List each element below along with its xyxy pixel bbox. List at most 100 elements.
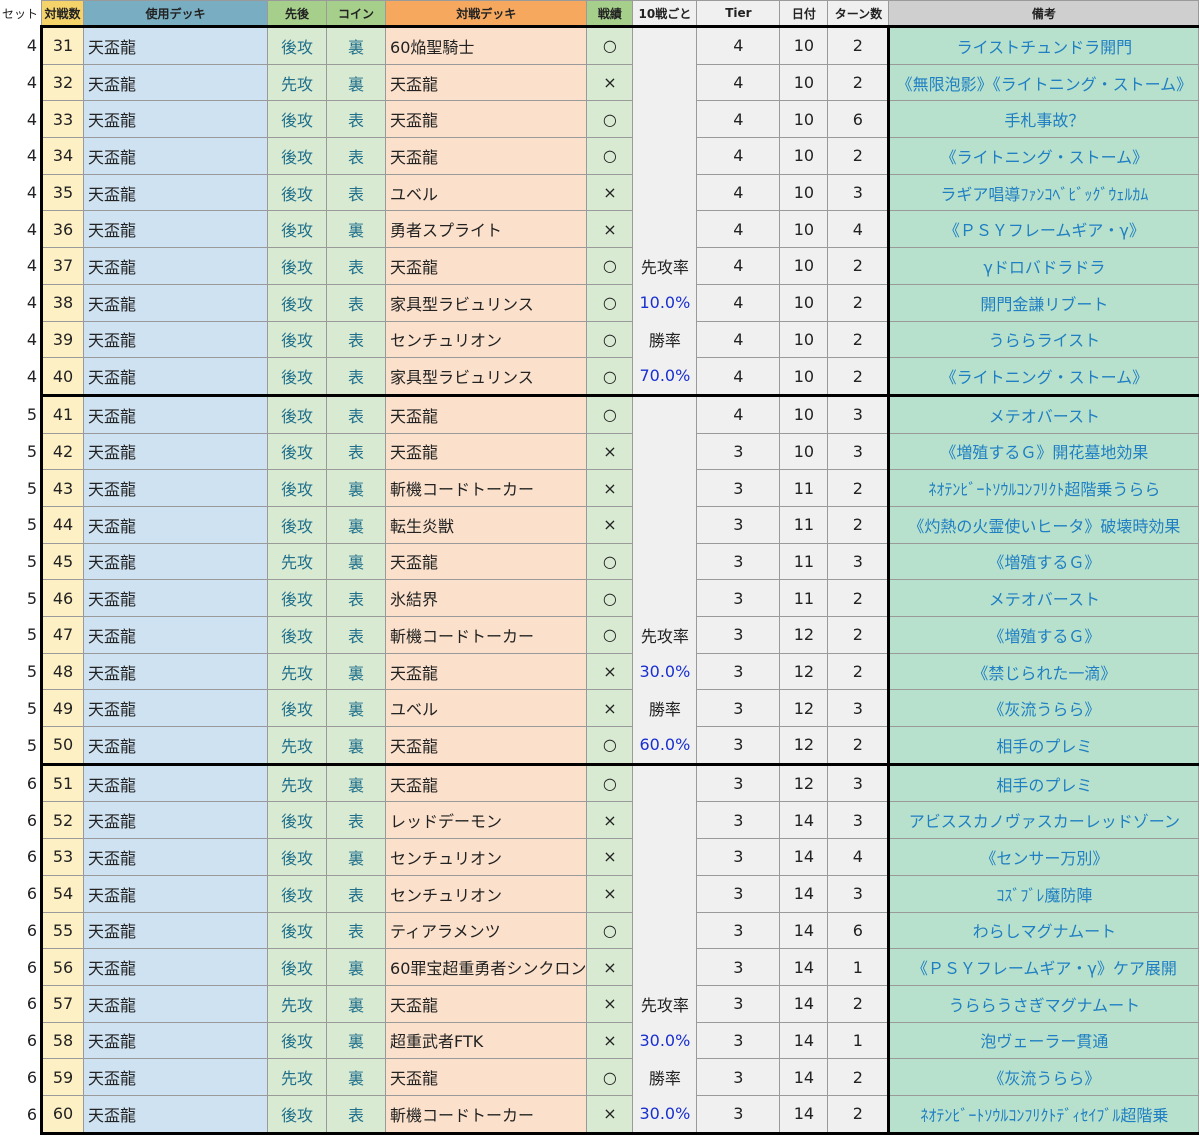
turn-order-cell[interactable]: 先攻 [267, 63, 328, 102]
notes-cell[interactable]: ｺｽﾞﾌﾞﾚ魔防陣 [888, 874, 1200, 913]
notes-cell[interactable]: メテオバースト [888, 393, 1200, 434]
opponent-deck-cell[interactable]: 天盃龍 [385, 247, 588, 285]
tier-cell[interactable]: 3 [696, 726, 781, 765]
opponent-deck-cell[interactable]: ユベル [385, 173, 588, 212]
opponent-deck-cell[interactable]: 天盃龍 [385, 726, 588, 765]
tier-cell[interactable]: 3 [696, 689, 781, 728]
set-number-cell[interactable]: 4 [0, 247, 42, 285]
turn-order-cell[interactable]: 後攻 [267, 393, 328, 434]
result-cell[interactable]: ○ [586, 283, 634, 322]
opponent-deck-cell[interactable]: センチュリオン [385, 320, 588, 359]
date-cell[interactable]: 10 [779, 210, 829, 249]
result-cell[interactable]: × [586, 505, 634, 544]
used-deck-cell[interactable]: 天盃龍 [83, 984, 269, 1023]
per-ten-summary-cell[interactable]: 30.0% [632, 1095, 698, 1135]
used-deck-cell[interactable]: 天盃龍 [83, 762, 269, 803]
coin-cell[interactable]: 表 [326, 1094, 387, 1135]
header-used-deck[interactable]: 使用デッキ [83, 0, 269, 27]
used-deck-cell[interactable]: 天盃龍 [83, 579, 269, 617]
set-number-cell[interactable]: 5 [0, 689, 42, 727]
turn-count-cell[interactable]: 1 [827, 948, 891, 986]
notes-cell[interactable]: アビススカノヴァスカーレッドゾーン [888, 801, 1200, 840]
turn-order-cell[interactable]: 先攻 [267, 652, 328, 691]
date-cell[interactable]: 10 [779, 432, 829, 471]
per-ten-summary-cell[interactable] [632, 762, 698, 802]
opponent-deck-cell[interactable]: 60焔聖騎士 [385, 25, 588, 65]
opponent-deck-cell[interactable]: 斬機コードトーカー [385, 1094, 588, 1135]
tier-cell[interactable]: 3 [696, 801, 781, 840]
match-number-cell[interactable]: 37 [40, 247, 85, 285]
match-number-cell[interactable]: 32 [40, 63, 85, 102]
notes-cell[interactable]: 《ＰＳＹフレームギア・γ》 [888, 210, 1200, 249]
per-ten-summary-cell[interactable] [632, 579, 698, 617]
per-ten-summary-cell[interactable] [632, 838, 698, 876]
turn-count-cell[interactable]: 2 [827, 357, 891, 396]
tier-cell[interactable]: 3 [696, 579, 781, 617]
used-deck-cell[interactable]: 天盃龍 [83, 210, 269, 249]
turn-count-cell[interactable]: 2 [827, 1094, 891, 1135]
turn-order-cell[interactable]: 先攻 [267, 984, 328, 1023]
header-result[interactable]: 戦績 [586, 0, 634, 27]
match-number-cell[interactable]: 54 [40, 874, 85, 913]
date-cell[interactable]: 10 [779, 357, 829, 396]
set-number-cell[interactable]: 6 [0, 1095, 42, 1134]
turn-order-cell[interactable]: 後攻 [267, 874, 328, 913]
coin-cell[interactable]: 表 [326, 137, 387, 175]
coin-cell[interactable]: 表 [326, 357, 387, 396]
turn-order-cell[interactable]: 後攻 [267, 911, 328, 950]
notes-cell[interactable]: 《灼熱の火霊使いヒータ》破壊時効果 [888, 505, 1200, 544]
used-deck-cell[interactable]: 天盃龍 [83, 616, 269, 654]
match-number-cell[interactable]: 52 [40, 801, 85, 840]
set-number-cell[interactable]: 4 [0, 26, 42, 65]
turn-count-cell[interactable]: 2 [827, 505, 891, 544]
match-number-cell[interactable]: 45 [40, 542, 85, 581]
opponent-deck-cell[interactable]: 家具型ラビュリンス [385, 283, 588, 322]
set-number-cell[interactable]: 5 [0, 579, 42, 617]
tier-cell[interactable]: 4 [696, 25, 781, 65]
turn-order-cell[interactable]: 後攻 [267, 357, 328, 396]
turn-count-cell[interactable]: 6 [827, 100, 891, 139]
turn-count-cell[interactable]: 3 [827, 393, 891, 434]
notes-cell[interactable]: 《増殖するＧ》開花墓地効果 [888, 432, 1200, 471]
date-cell[interactable]: 14 [779, 1021, 829, 1060]
turn-order-cell[interactable]: 後攻 [267, 137, 328, 175]
turn-count-cell[interactable]: 2 [827, 652, 891, 691]
coin-cell[interactable]: 表 [326, 616, 387, 654]
per-ten-summary-cell[interactable] [632, 64, 698, 101]
coin-cell[interactable]: 表 [326, 579, 387, 617]
per-ten-summary-cell[interactable]: 先攻率 [632, 985, 698, 1023]
opponent-deck-cell[interactable]: 天盃龍 [385, 652, 588, 691]
notes-cell[interactable]: 《禁じられた一滴》 [888, 652, 1200, 691]
per-ten-summary-cell[interactable] [632, 174, 698, 211]
turn-count-cell[interactable]: 3 [827, 542, 891, 581]
opponent-deck-cell[interactable]: 天盃龍 [385, 762, 588, 803]
set-number-cell[interactable]: 4 [0, 174, 42, 211]
date-cell[interactable]: 10 [779, 393, 829, 434]
result-cell[interactable]: × [586, 210, 634, 249]
turn-order-cell[interactable]: 後攻 [267, 1094, 328, 1135]
set-number-cell[interactable]: 4 [0, 321, 42, 358]
result-cell[interactable]: × [586, 1094, 634, 1135]
turn-order-cell[interactable]: 先攻 [267, 542, 328, 581]
turn-count-cell[interactable]: 3 [827, 801, 891, 840]
coin-cell[interactable]: 裏 [326, 210, 387, 249]
per-ten-summary-cell[interactable] [632, 210, 698, 248]
per-ten-summary-cell[interactable] [632, 543, 698, 580]
turn-count-cell[interactable]: 2 [827, 283, 891, 322]
per-ten-summary-cell[interactable] [632, 506, 698, 544]
turn-count-cell[interactable]: 2 [827, 616, 891, 654]
notes-cell[interactable]: 《灰流うらら》 [888, 1058, 1200, 1096]
match-number-cell[interactable]: 39 [40, 320, 85, 359]
notes-cell[interactable]: 泡ヴェーラー貫通 [888, 1021, 1200, 1060]
turn-order-cell[interactable]: 後攻 [267, 432, 328, 471]
opponent-deck-cell[interactable]: 勇者スプライト [385, 210, 588, 249]
match-number-cell[interactable]: 44 [40, 505, 85, 544]
result-cell[interactable]: × [586, 63, 634, 102]
used-deck-cell[interactable]: 天盃龍 [83, 1021, 269, 1060]
opponent-deck-cell[interactable]: 天盃龍 [385, 393, 588, 434]
date-cell[interactable]: 12 [779, 689, 829, 728]
used-deck-cell[interactable]: 天盃龍 [83, 357, 269, 396]
notes-cell[interactable]: 《増殖するＧ》 [888, 542, 1200, 581]
coin-cell[interactable]: 表 [326, 100, 387, 139]
turn-count-cell[interactable]: 4 [827, 210, 891, 249]
